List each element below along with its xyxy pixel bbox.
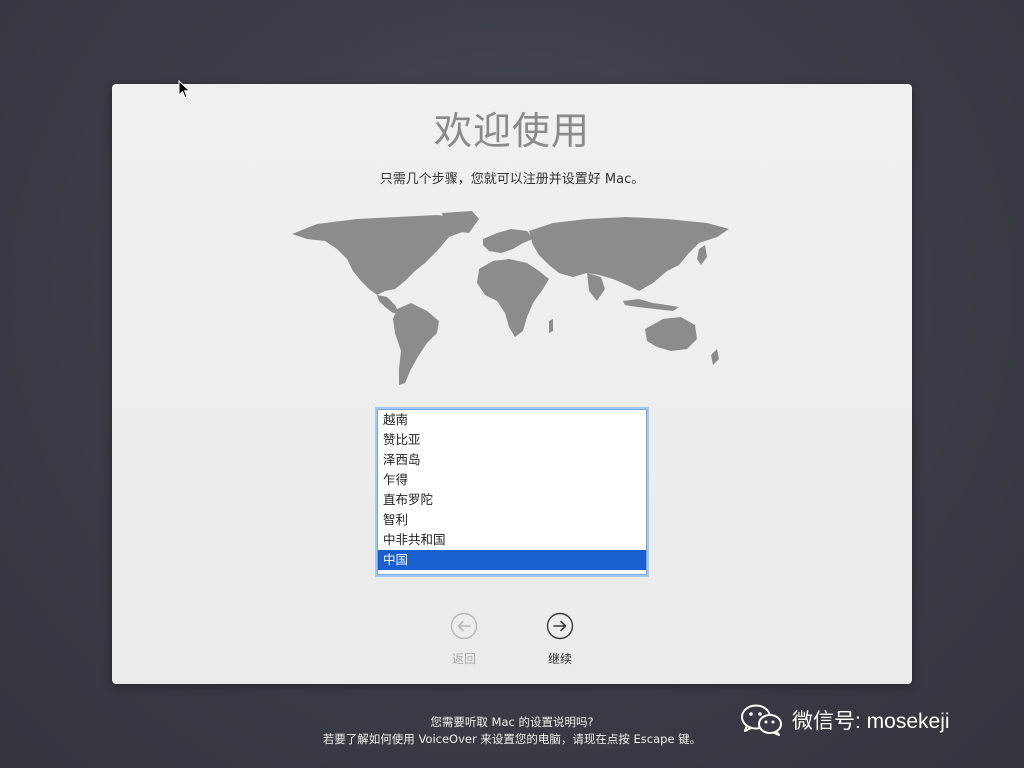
- page-subtitle: 只需几个步骤，您就可以注册并设置好 Mac。: [379, 172, 645, 187]
- arrow-left-circle-icon: [450, 612, 478, 640]
- country-item[interactable]: 直布罗陀: [378, 490, 646, 510]
- country-item[interactable]: 赞比亚: [378, 430, 646, 450]
- wechat-icon: [741, 704, 782, 736]
- mouse-pointer-icon: [178, 80, 191, 99]
- back-label: 返回: [451, 652, 476, 666]
- watermark-text: 微信号: mosekeji: [792, 710, 950, 733]
- country-item[interactable]: 中非共和国: [378, 530, 646, 550]
- continue-label: 继续: [547, 652, 572, 666]
- back-button[interactable]: 返回: [434, 612, 494, 667]
- country-item[interactable]: 智利: [378, 510, 646, 530]
- world-map: [292, 211, 729, 385]
- country-item[interactable]: 乍得: [378, 470, 646, 490]
- setup-assistant-panel: 欢迎使用 只需几个步骤，您就可以注册并设置好 Mac。 越南 赞比亚 泽西岛 乍…: [112, 84, 912, 684]
- country-item[interactable]: 泽西岛: [378, 450, 646, 470]
- page-title: 欢迎使用: [433, 109, 590, 153]
- continue-button[interactable]: 继续: [530, 612, 590, 667]
- country-item[interactable]: 越南: [378, 410, 646, 430]
- country-list[interactable]: 越南 赞比亚 泽西岛 乍得 直布罗陀 智利 中非共和国 中国: [377, 409, 647, 575]
- country-item-selected[interactable]: 中国: [378, 550, 646, 570]
- watermark: 微信号: mosekeji: [740, 700, 950, 740]
- arrow-right-circle-icon: [546, 612, 574, 640]
